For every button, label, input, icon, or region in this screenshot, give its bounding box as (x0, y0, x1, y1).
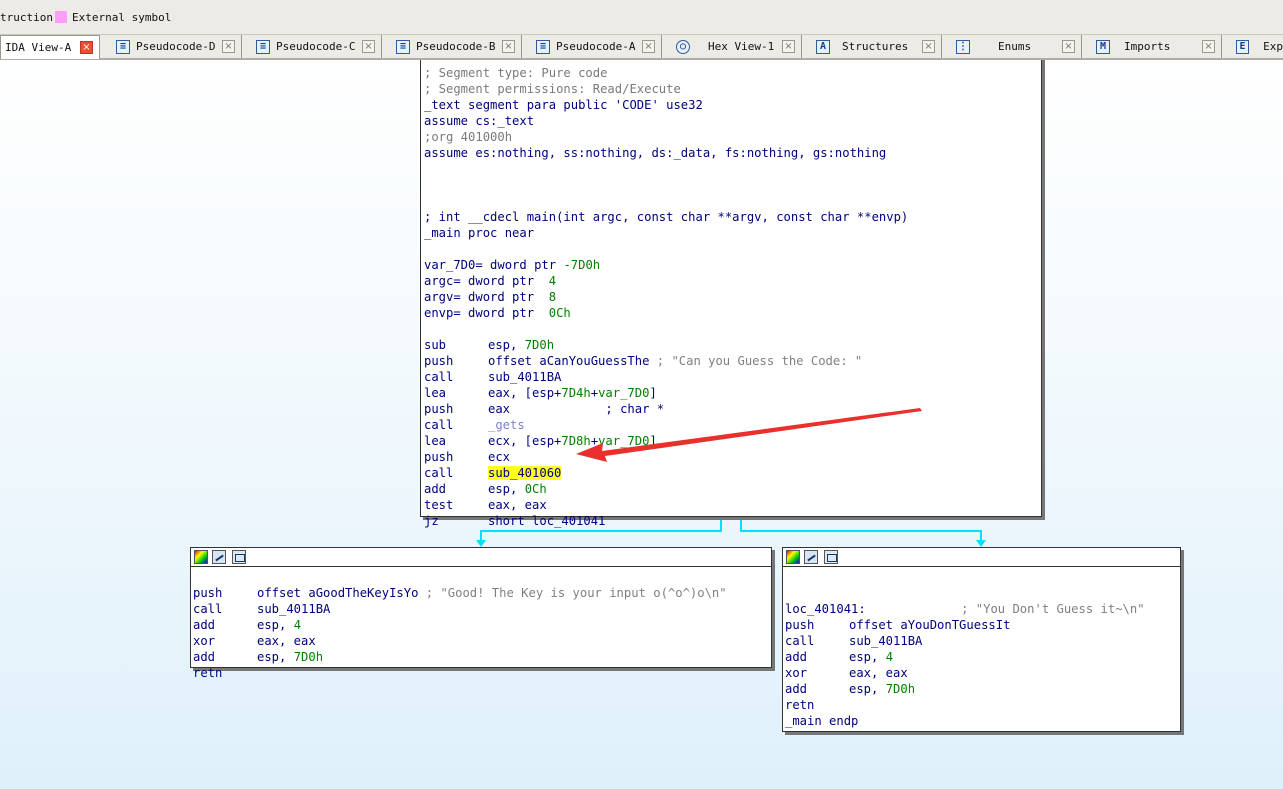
close-icon[interactable]: × (1062, 40, 1075, 53)
hex-view-icon: ○ (676, 39, 690, 54)
code-line: jz short loc_401041 (424, 514, 606, 528)
block-header (783, 548, 1180, 567)
close-icon[interactable]: × (1202, 40, 1215, 53)
code-line: call sub_4011BA (785, 634, 923, 648)
code-line: _main endp (785, 714, 859, 728)
code-line: retn (193, 666, 223, 680)
tab-label: Pseudocode-C (276, 40, 356, 53)
tab-label: Hex View-1 (708, 40, 775, 53)
highlighted-call-target[interactable]: sub_401060 (488, 466, 562, 480)
good-key-block[interactable]: push offset aGoodTheKeyIsYo ; "Good! The … (190, 547, 772, 680)
tab-pseudocode-a[interactable]: ≡ Pseudocode-A × (524, 35, 662, 58)
close-icon[interactable]: × (502, 40, 515, 53)
code-line: test eax, eax (424, 498, 547, 512)
legend-external-swatch (55, 11, 67, 23)
bad-guess-block[interactable]: loc_401041: ; "You Don't Guess it~\n" pus… (782, 547, 1181, 732)
code-line: ; int __cdecl main(int argc, const char … (424, 210, 909, 224)
code-line: xor eax, eax (193, 634, 316, 648)
code-line: push offset aGoodTheKeyIsYo ; "Good! The … (193, 586, 727, 600)
enums-icon: ⋮ (956, 39, 970, 54)
edit-icon[interactable] (804, 550, 818, 564)
code-line: argv= dword ptr 8 (424, 290, 557, 304)
tab-label: Pseudocode-D (136, 40, 216, 53)
code-line: assume cs:_text (424, 114, 535, 128)
code-line: add esp, 7D0h (785, 682, 916, 696)
close-icon[interactable]: × (222, 40, 235, 53)
tab-bar: IDA View-A × ≡ Pseudocode-D × ≡ Pseudoco… (0, 35, 1283, 60)
code-line: xor eax, eax (785, 666, 908, 680)
tab-hex-view-1[interactable]: ○ Hex View-1 × (664, 35, 802, 58)
code-line: push offset aYouDonTGuessIt (785, 618, 1011, 632)
tab-ida-view-a[interactable]: IDA View-A × (0, 35, 100, 59)
code-line: ; Segment type: Pure code (424, 66, 608, 80)
close-icon[interactable]: × (642, 40, 655, 53)
bad-guess-code: loc_401041: ; "You Don't Guess it~\n" pus… (785, 585, 1145, 761)
code-line: ; Segment permissions: Read/Execute (424, 82, 681, 96)
close-icon[interactable]: × (362, 40, 375, 53)
graph-view[interactable]: ; Segment type: Pure code ; Segment permi… (0, 60, 1283, 789)
code-line: loc_401041: ; "You Don't Guess it~\n" (785, 602, 1145, 616)
code-line: argc= dword ptr 4 (424, 274, 557, 288)
pseudocode-icon: ≡ (116, 39, 130, 54)
code-line: add esp, 0Ch (424, 482, 547, 496)
close-icon[interactable]: × (782, 40, 795, 53)
tab-label: Pseudocode-B (416, 40, 496, 53)
pseudocode-icon: ≡ (536, 39, 550, 54)
code-line: call sub_4011BA (424, 370, 562, 384)
tab-imports[interactable]: M Imports × (1084, 35, 1222, 58)
code-line: push offset aCanYouGuessThe ; "Can you Gu… (424, 354, 863, 368)
good-key-code: push offset aGoodTheKeyIsYo ; "Good! The … (193, 569, 727, 713)
tab-structures[interactable]: A Structures × (804, 35, 942, 58)
code-line: sub esp, 7D0h (424, 338, 555, 352)
pseudocode-icon: ≡ (396, 39, 410, 54)
block-header (191, 548, 771, 567)
color-icon[interactable] (194, 550, 208, 564)
imports-icon: M (1096, 39, 1110, 54)
tab-exports[interactable]: E Exp (1224, 35, 1283, 58)
code-line: call sub_4011BA (193, 602, 331, 616)
code-line: ;org 401000h (424, 130, 513, 144)
tab-pseudocode-c[interactable]: ≡ Pseudocode-C × (244, 35, 382, 58)
main-code: ; Segment type: Pure code ; Segment permi… (424, 60, 908, 561)
edge-arrow-icon (976, 540, 986, 547)
tab-label: Pseudocode-A (556, 40, 636, 53)
code-line: add esp, 4 (785, 650, 894, 664)
code-line: envp= dword ptr 0Ch (424, 306, 571, 320)
legend-external-label: External symbol (72, 11, 172, 24)
structures-icon: A (816, 39, 830, 54)
close-icon[interactable]: × (922, 40, 935, 53)
tab-label: Exp (1263, 40, 1283, 53)
tab-label: Imports (1124, 40, 1171, 53)
tab-enums[interactable]: ⋮ Enums × (944, 35, 1082, 58)
edit-icon[interactable] (212, 550, 226, 564)
exports-icon: E (1236, 39, 1250, 54)
graph-icon[interactable] (824, 550, 838, 564)
tab-pseudocode-b[interactable]: ≡ Pseudocode-B × (384, 35, 522, 58)
graph-icon[interactable] (232, 550, 246, 564)
color-icon[interactable] (786, 550, 800, 564)
legend-bar: truction External symbol (0, 0, 1283, 35)
tab-label: Structures (842, 40, 909, 53)
code-line: _main proc near (424, 226, 535, 240)
tab-pseudocode-d[interactable]: ≡ Pseudocode-D × (104, 35, 242, 58)
tab-label: Enums (998, 40, 1032, 53)
legend-instruction-label: truction (0, 11, 53, 24)
code-line: assume es:nothing, ss:nothing, ds:_data,… (424, 146, 887, 160)
code-line: _text segment para public 'CODE' use32 (424, 98, 703, 112)
pseudocode-icon: ≡ (256, 39, 270, 54)
tab-label: IDA View-A (5, 41, 72, 54)
code-line: add esp, 7D0h (193, 650, 324, 664)
close-icon[interactable]: × (80, 41, 93, 54)
code-line: var_7D0= dword ptr -7D0h (424, 258, 601, 272)
code-line: add esp, 4 (193, 618, 302, 632)
annotation-arrow-icon (576, 408, 922, 462)
code-line: retn (785, 698, 815, 712)
